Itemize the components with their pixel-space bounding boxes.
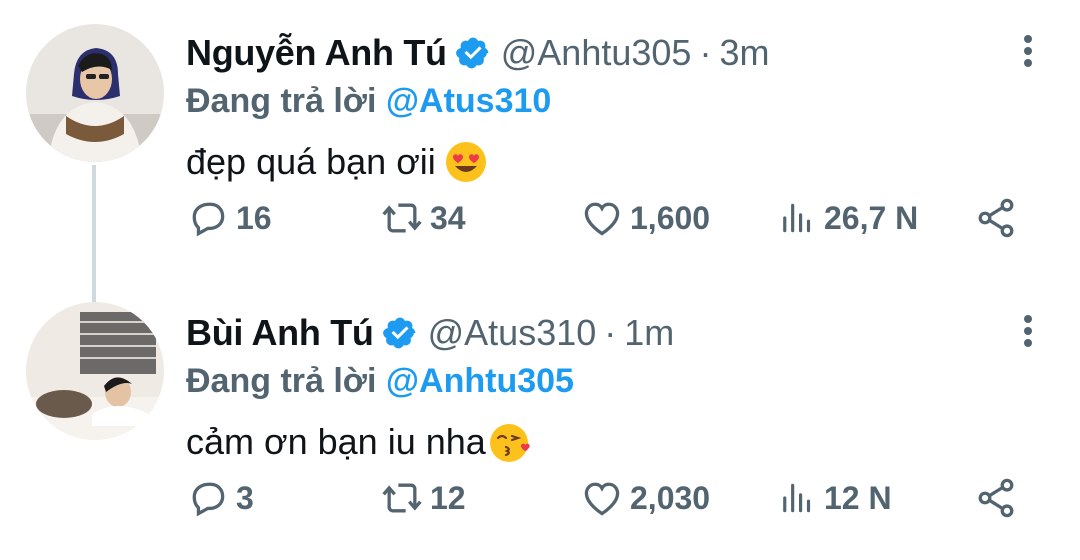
reply-button[interactable]: 3	[186, 476, 254, 520]
analytics-bars-icon	[783, 483, 811, 513]
more-options-icon[interactable]	[1016, 312, 1040, 352]
analytics-bars-icon	[783, 203, 811, 233]
replying-to-label: Đang trả lời	[186, 82, 377, 120]
retweet-count: 34	[430, 199, 466, 236]
like-count: 2,030	[630, 479, 711, 516]
reply-mention-link[interactable]: @Atus310	[386, 82, 551, 120]
share-button[interactable]	[974, 476, 1024, 520]
tweet[interactable]: Nguyễn Anh Tú @Anhtu305 · 3m Đang trả lờ…	[0, 0, 1080, 290]
retweet-count: 12	[430, 479, 466, 516]
heart-icon	[584, 482, 620, 516]
reply-icon	[192, 482, 225, 517]
timestamp[interactable]: 3m	[719, 32, 769, 74]
display-name[interactable]: Bùi Anh Tú	[186, 312, 374, 354]
avatar[interactable]	[26, 302, 164, 440]
display-name[interactable]: Nguyễn Anh Tú	[186, 32, 447, 74]
tweet-text-content: cảm ơn bạn iu nha	[186, 421, 486, 462]
user-handle[interactable]: @Atus310	[428, 312, 597, 354]
reply-count: 3	[236, 479, 254, 516]
reply-mention-link[interactable]: @Anhtu305	[386, 362, 574, 400]
separator-dot: ·	[604, 312, 617, 353]
tweet[interactable]: Bùi Anh Tú @Atus310 · 1m Đang trả lời @A…	[0, 290, 1080, 560]
views-button[interactable]: 12 N	[780, 476, 892, 520]
share-button[interactable]	[974, 196, 1024, 240]
reply-icon	[192, 202, 225, 237]
tweet-text-content: đẹp quá bạn ơii	[186, 141, 436, 182]
separator-dot: ·	[699, 32, 712, 73]
user-handle[interactable]: @Anhtu305	[501, 32, 692, 74]
view-count: 26,7 N	[824, 199, 919, 236]
replying-to-line: Đang trả lời @Atus310	[186, 82, 551, 121]
verified-badge-icon	[382, 315, 418, 351]
share-icon	[978, 198, 1014, 238]
timestamp[interactable]: 1m	[624, 312, 674, 354]
kissing-heart-emoji-icon	[488, 420, 532, 464]
views-button[interactable]: 26,7 N	[780, 196, 918, 240]
retweet-icon	[382, 203, 422, 233]
tweet-text: cảm ơn bạn iu nha	[186, 420, 532, 464]
avatar[interactable]	[26, 24, 164, 162]
share-icon	[978, 478, 1014, 518]
retweet-icon	[382, 483, 422, 513]
like-button[interactable]: 2,030	[580, 476, 710, 520]
heart-eyes-emoji-icon	[444, 140, 488, 184]
reply-button[interactable]: 16	[186, 196, 272, 240]
like-count: 1,600	[630, 199, 711, 236]
replying-to-label: Đang trả lời	[186, 362, 377, 400]
more-options-icon[interactable]	[1016, 32, 1040, 72]
heart-icon	[584, 202, 620, 236]
retweet-button[interactable]: 12	[380, 476, 466, 520]
view-count: 12 N	[824, 479, 892, 516]
tweet-text: đẹp quá bạn ơii	[186, 140, 488, 184]
replying-to-line: Đang trả lời @Anhtu305	[186, 362, 574, 401]
like-button[interactable]: 1,600	[580, 196, 710, 240]
reply-count: 16	[236, 199, 272, 236]
retweet-button[interactable]: 34	[380, 196, 466, 240]
verified-badge-icon	[455, 35, 491, 71]
